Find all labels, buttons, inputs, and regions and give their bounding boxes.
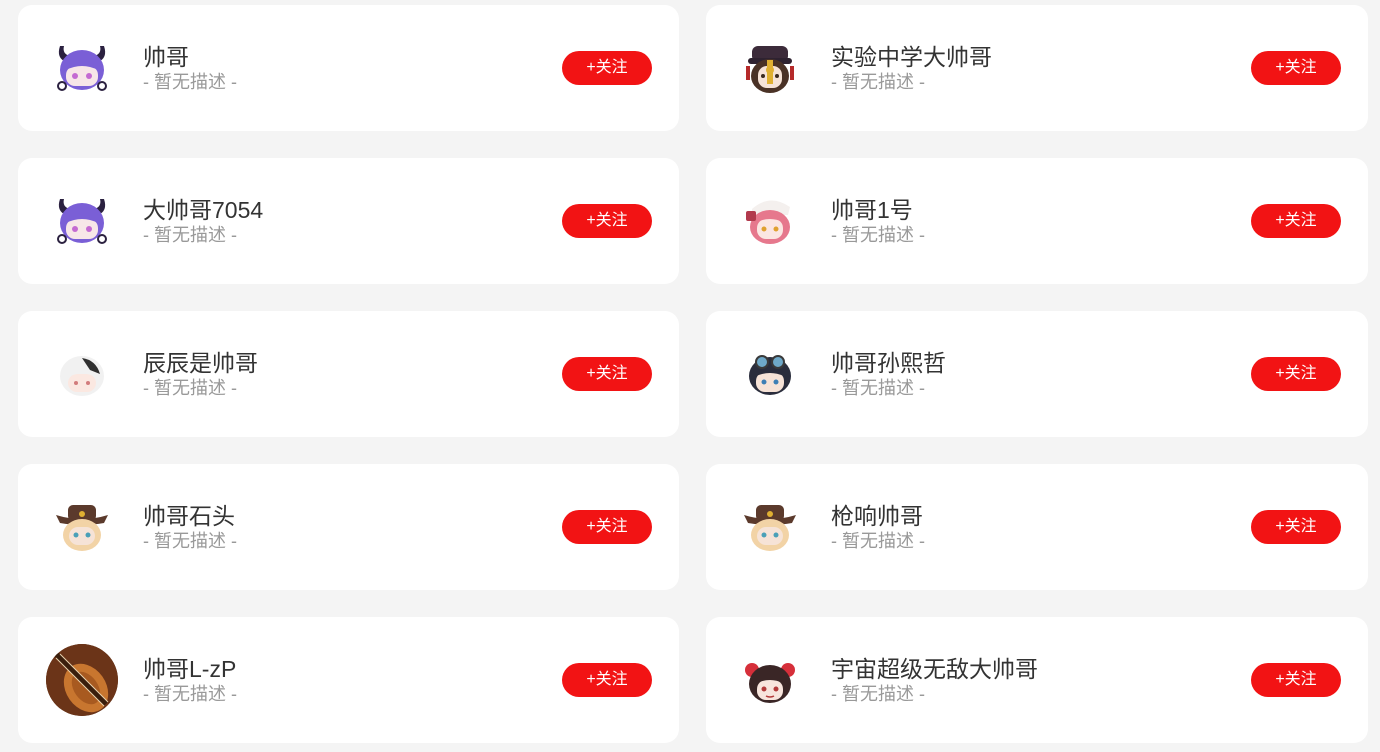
follow-button[interactable]: +关注: [562, 204, 652, 238]
purple-horned-girl-avatar-icon[interactable]: [46, 185, 118, 257]
pink-hair-girl-avatar-icon[interactable]: [734, 185, 806, 257]
user-info: 宇宙超级无敌大帅哥 - 暂无描述 -: [831, 655, 1038, 705]
user-description: - 暂无描述 -: [831, 378, 925, 398]
goggles-boy-avatar-icon[interactable]: [734, 338, 806, 410]
user-info: 帅哥 - 暂无描述 -: [143, 43, 237, 93]
user-card[interactable]: 帅哥石头 - 暂无描述 - +关注: [18, 464, 679, 590]
user-name[interactable]: 帅哥: [143, 43, 237, 71]
user-description: - 暂无描述 -: [143, 225, 237, 245]
user-name[interactable]: 宇宙超级无敌大帅哥: [831, 655, 1038, 683]
user-name[interactable]: 枪响帅哥: [831, 502, 925, 530]
purple-horned-girl-avatar-icon[interactable]: [46, 32, 118, 104]
follow-button[interactable]: +关注: [1251, 357, 1341, 391]
user-name[interactable]: 帅哥L-zP: [143, 655, 237, 683]
user-card[interactable]: 枪响帅哥 - 暂无描述 - +关注: [706, 464, 1368, 590]
user-name[interactable]: 帅哥孙熙哲: [831, 349, 946, 377]
user-card[interactable]: 宇宙超级无敌大帅哥 - 暂无描述 - +关注: [706, 617, 1368, 743]
follow-button[interactable]: +关注: [562, 51, 652, 85]
user-description: - 暂无描述 -: [831, 531, 925, 551]
user-name[interactable]: 辰辰是帅哥: [143, 349, 258, 377]
user-description: - 暂无描述 -: [831, 225, 925, 245]
user-name[interactable]: 实验中学大帅哥: [831, 43, 992, 71]
user-description: - 暂无描述 -: [831, 72, 925, 92]
user-grid: 帅哥 - 暂无描述 - +关注 实验中学大帅哥 - 暂无描述 - +关注 大帅哥…: [18, 5, 1368, 743]
user-info: 大帅哥7054 - 暂无描述 -: [143, 196, 263, 246]
follow-button[interactable]: +关注: [1251, 204, 1341, 238]
user-card[interactable]: 帅哥孙熙哲 - 暂无描述 - +关注: [706, 311, 1368, 437]
user-description: - 暂无描述 -: [143, 378, 237, 398]
white-hair-boy-avatar-icon[interactable]: [46, 338, 118, 410]
buns-girl-avatar-icon[interactable]: [734, 644, 806, 716]
follow-button[interactable]: +关注: [562, 663, 652, 697]
follow-button[interactable]: +关注: [1251, 51, 1341, 85]
follow-button[interactable]: +关注: [562, 510, 652, 544]
violin-photo-avatar-icon[interactable]: [46, 644, 118, 716]
user-name[interactable]: 帅哥石头: [143, 502, 237, 530]
user-card[interactable]: 大帅哥7054 - 暂无描述 - +关注: [18, 158, 679, 284]
user-card[interactable]: 帅哥L-zP - 暂无描述 - +关注: [18, 617, 679, 743]
user-info: 枪响帅哥 - 暂无描述 -: [831, 502, 925, 552]
user-card[interactable]: 帅哥 - 暂无描述 - +关注: [18, 5, 679, 131]
user-description: - 暂无描述 -: [143, 531, 237, 551]
user-card[interactable]: 实验中学大帅哥 - 暂无描述 - +关注: [706, 5, 1368, 131]
user-info: 辰辰是帅哥 - 暂无描述 -: [143, 349, 258, 399]
cowboy-hat-avatar-icon[interactable]: [46, 491, 118, 563]
user-info: 帅哥孙熙哲 - 暂无描述 -: [831, 349, 946, 399]
follow-button[interactable]: +关注: [1251, 663, 1341, 697]
user-name[interactable]: 大帅哥7054: [143, 196, 263, 224]
user-description: - 暂无描述 -: [143, 684, 237, 704]
user-info: 帅哥1号 - 暂无描述 -: [831, 196, 925, 246]
user-info: 帅哥L-zP - 暂无描述 -: [143, 655, 237, 705]
user-description: - 暂无描述 -: [831, 684, 925, 704]
follow-button[interactable]: +关注: [1251, 510, 1341, 544]
user-description: - 暂无描述 -: [143, 72, 237, 92]
user-name[interactable]: 帅哥1号: [831, 196, 925, 224]
follow-button[interactable]: +关注: [562, 357, 652, 391]
user-card[interactable]: 辰辰是帅哥 - 暂无描述 - +关注: [18, 311, 679, 437]
user-info: 帅哥石头 - 暂无描述 -: [143, 502, 237, 552]
cowboy-hat-avatar-icon[interactable]: [734, 491, 806, 563]
hat-girl-avatar-icon[interactable]: [734, 32, 806, 104]
user-info: 实验中学大帅哥 - 暂无描述 -: [831, 43, 992, 93]
user-card[interactable]: 帅哥1号 - 暂无描述 - +关注: [706, 158, 1368, 284]
